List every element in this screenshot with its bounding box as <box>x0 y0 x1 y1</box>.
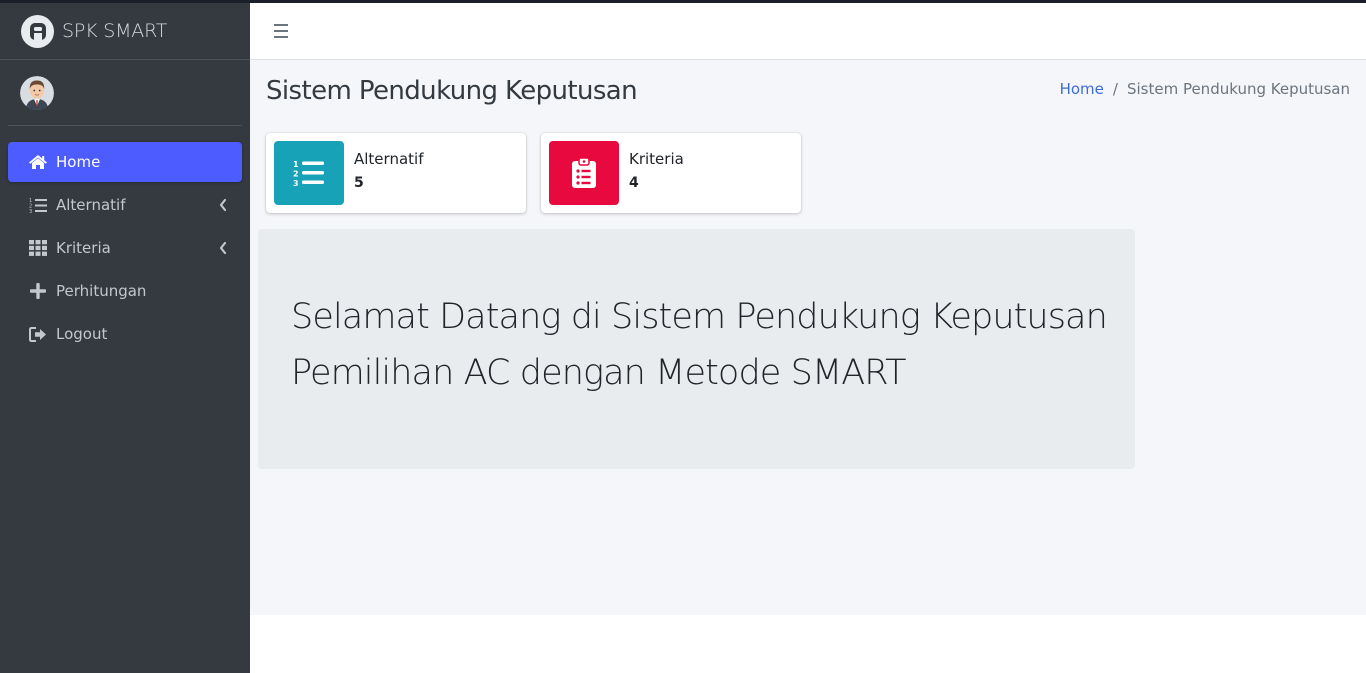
top-navbar <box>250 3 1366 60</box>
breadcrumb-current: Sistem Pendukung Keputusan <box>1126 80 1350 98</box>
sidebar-item-alternatif[interactable]: 1 2 3 Alternatif <box>8 185 242 225</box>
plus-icon <box>28 281 48 301</box>
hamburger-icon[interactable] <box>274 24 290 39</box>
clipboard-list-icon <box>549 141 619 205</box>
sidebar-item-label: Home <box>56 153 101 171</box>
brand-logo-icon <box>21 14 54 48</box>
brand-link[interactable]: SPK SMART <box>0 3 250 60</box>
user-panel <box>8 60 242 126</box>
chevron-left-icon <box>219 241 227 255</box>
user-avatar[interactable] <box>20 75 54 110</box>
grid-icon <box>28 238 48 258</box>
sidebar-item-label: Perhitungan <box>56 282 147 300</box>
sidebar-item-home[interactable]: Home <box>8 142 242 182</box>
sidebar: SPK SMART Home 1 2 3 Alternatif Kriteria… <box>0 3 250 673</box>
list-ol-icon: 1 2 3 <box>274 141 344 205</box>
top-border <box>0 0 1366 3</box>
home-icon <box>28 152 48 172</box>
sidebar-item-perhitungan[interactable]: Perhitungan <box>8 271 242 311</box>
info-box-kriteria[interactable]: Kriteria 4 <box>541 133 801 213</box>
content-wrapper: Sistem Pendukung Keputusan Home / Sistem… <box>250 60 1366 615</box>
page-title: Sistem Pendukung Keputusan <box>266 76 638 106</box>
sidebar-item-label: Kriteria <box>56 239 111 257</box>
info-box-alternatif[interactable]: 1 2 3 Alternatif 5 <box>266 133 526 213</box>
brand-name: SPK SMART <box>62 20 168 42</box>
info-box-label: Kriteria <box>629 150 684 168</box>
welcome-heading: Selamat Datang di Sistem Pendukung Keput… <box>291 289 1121 401</box>
sidebar-item-label: Alternatif <box>56 196 126 214</box>
info-box-label: Alternatif <box>354 150 424 168</box>
breadcrumb: Home / Sistem Pendukung Keputusan <box>1060 80 1350 98</box>
sidebar-item-kriteria[interactable]: Kriteria <box>8 228 242 268</box>
welcome-line-2: Pemilihan AC dengan Metode SMART <box>291 353 907 393</box>
breadcrumb-home-link[interactable]: Home <box>1060 80 1104 98</box>
chevron-left-icon <box>219 198 227 212</box>
welcome-line-1: Selamat Datang di Sistem Pendukung Keput… <box>291 297 1108 337</box>
svg-text:3: 3 <box>293 179 299 187</box>
sidebar-item-label: Logout <box>56 325 108 343</box>
sidebar-nav: Home 1 2 3 Alternatif Kriteria Perhitung… <box>0 142 250 354</box>
welcome-jumbotron: Selamat Datang di Sistem Pendukung Keput… <box>258 229 1135 469</box>
list-ol-icon: 1 2 3 <box>28 195 48 215</box>
info-box-value: 4 <box>629 175 639 191</box>
sidebar-item-logout[interactable]: Logout <box>8 314 242 354</box>
info-box-value: 5 <box>354 175 364 191</box>
svg-text:1: 1 <box>293 160 299 169</box>
svg-text:2: 2 <box>293 170 299 179</box>
svg-text:3: 3 <box>29 209 32 213</box>
breadcrumb-separator: / <box>1112 80 1118 98</box>
sign-out-icon <box>28 324 48 344</box>
